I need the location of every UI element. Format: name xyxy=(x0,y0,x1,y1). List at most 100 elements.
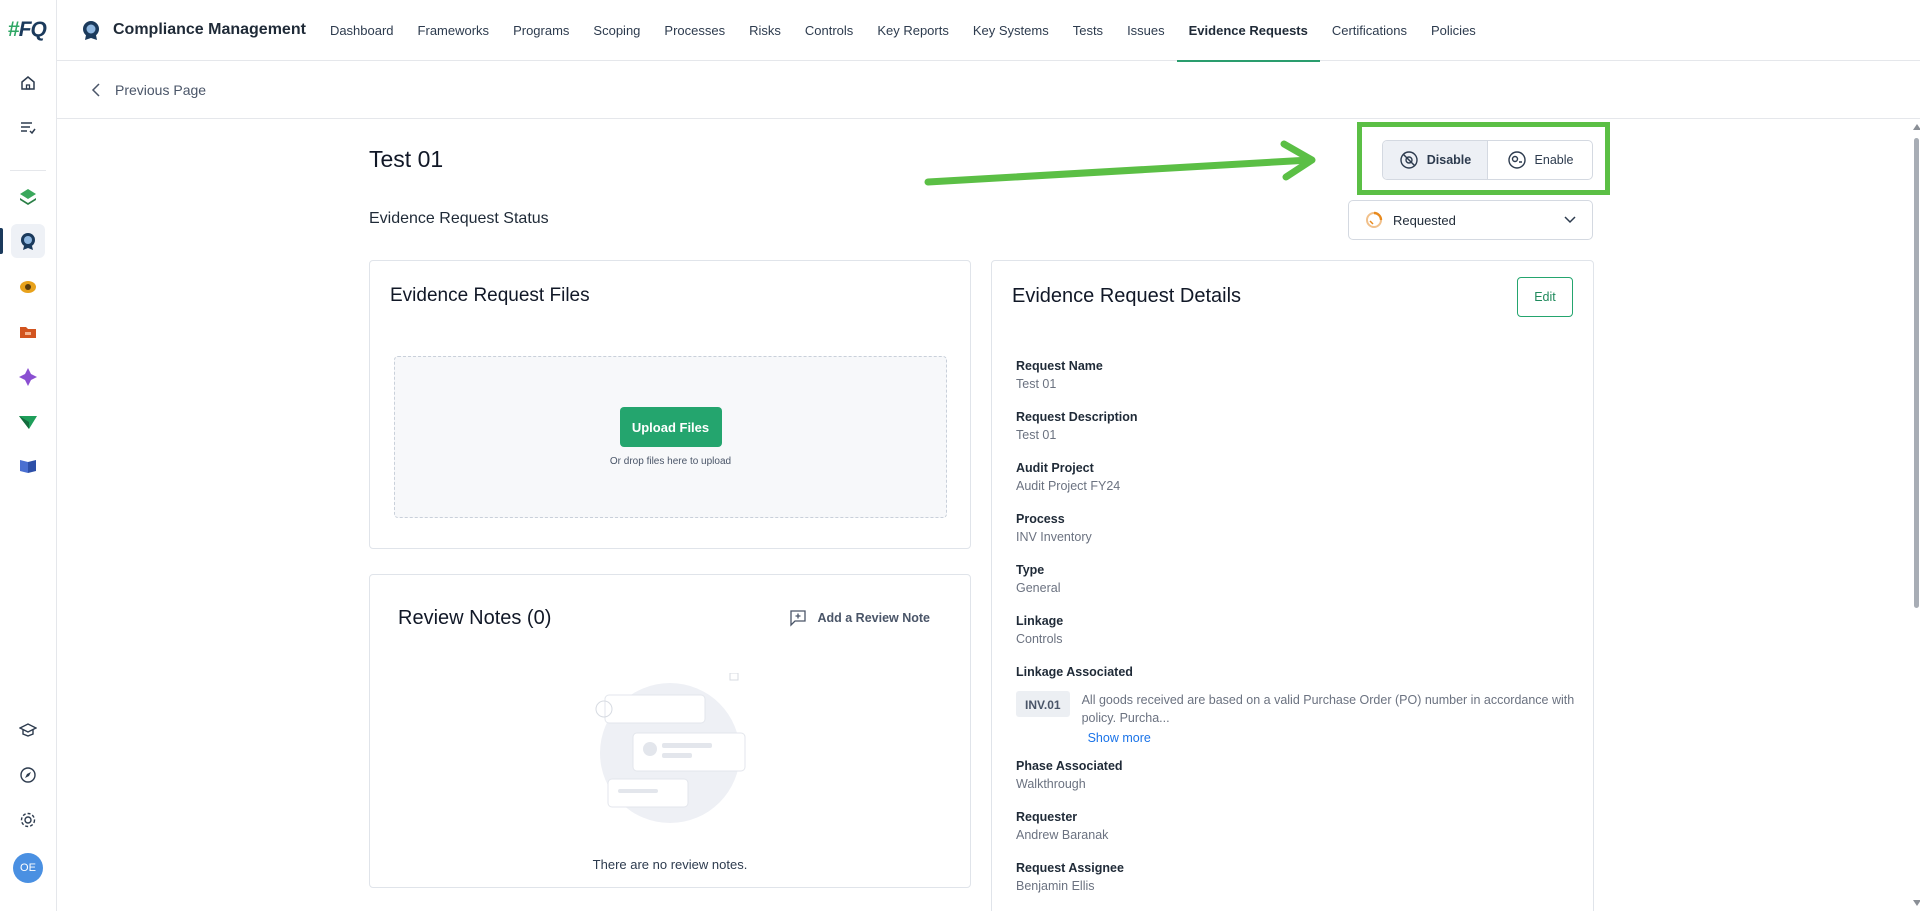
page-scrollbar[interactable] xyxy=(1912,122,1920,911)
sub-header: Previous Page xyxy=(57,61,1920,119)
nav-policies[interactable]: Policies xyxy=(1419,0,1488,61)
status-value: Requested xyxy=(1393,212,1456,228)
show-more-link[interactable]: Show more xyxy=(1088,729,1576,747)
field-label: Requester xyxy=(1016,810,1078,824)
field-linkage: Linkage Controls xyxy=(1016,614,1063,646)
chevron-left-icon xyxy=(91,82,100,97)
send-app-icon[interactable] xyxy=(11,405,45,439)
status-label: Evidence Request Status xyxy=(369,210,549,227)
add-comment-icon xyxy=(790,610,807,627)
field-request-assignee: Request Assignee Benjamin Ellis xyxy=(1016,861,1124,893)
main-nav: Dashboard Frameworks Programs Scoping Pr… xyxy=(318,0,1488,62)
add-review-note-label: Add a Review Note xyxy=(817,611,930,625)
nav-certifications[interactable]: Certifications xyxy=(1320,0,1419,61)
disable-button[interactable]: Disable xyxy=(1383,141,1488,179)
nav-risks[interactable]: Risks xyxy=(737,0,793,61)
field-value: Andrew Baranak xyxy=(1016,828,1109,842)
files-card-title: Evidence Request Files xyxy=(390,285,590,306)
field-request-description: Request Description Test 01 xyxy=(1016,410,1138,442)
evidence-files-card: Evidence Request Files Upload Files Or d… xyxy=(369,260,971,549)
upload-files-button[interactable]: Upload Files xyxy=(619,407,722,447)
audit-app-icon[interactable] xyxy=(11,270,45,304)
field-label: Linkage Associated xyxy=(1016,665,1133,679)
field-label: Process xyxy=(1016,512,1065,526)
field-label: Request Assignee xyxy=(1016,861,1124,875)
library-app-icon[interactable] xyxy=(11,449,45,483)
enable-disable-toggle: Disable Enable xyxy=(1382,140,1593,180)
annotation-arrow xyxy=(924,140,1316,186)
rail-divider xyxy=(10,170,46,171)
eye-off-icon xyxy=(1400,151,1418,169)
previous-page-label: Previous Page xyxy=(115,81,207,98)
nav-frameworks[interactable]: Frameworks xyxy=(406,0,502,61)
field-label: Linkage xyxy=(1016,614,1064,628)
linkage-associated-item: INV.01 All goods received are based on a… xyxy=(1016,691,1576,747)
nav-controls[interactable]: Controls xyxy=(793,0,865,61)
compass-icon[interactable] xyxy=(11,758,45,792)
scrollbar-thumb[interactable] xyxy=(1914,138,1919,608)
nav-dashboard[interactable]: Dashboard xyxy=(318,0,406,61)
eye-icon xyxy=(1507,151,1526,169)
review-notes-card: Review Notes (0) Add a Review Note There… xyxy=(369,574,971,888)
tasks-icon[interactable] xyxy=(11,110,45,144)
field-audit-project: Audit Project Audit Project FY24 xyxy=(1016,461,1120,493)
page-title: Test 01 xyxy=(369,146,444,172)
disable-label: Disable xyxy=(1426,153,1472,167)
left-rail: #FQ OE xyxy=(0,0,57,911)
linkage-description: All goods received are based on a valid … xyxy=(1081,693,1576,747)
nav-scoping[interactable]: Scoping xyxy=(581,0,652,61)
field-label: Type xyxy=(1016,563,1045,577)
field-value: Audit Project FY24 xyxy=(1016,479,1121,493)
empty-notes-illustration xyxy=(595,673,746,823)
edit-button[interactable]: Edit xyxy=(1517,277,1573,317)
field-label: Phase Associated xyxy=(1016,759,1123,773)
compliance-app-icon xyxy=(83,21,99,40)
risk-app-icon[interactable] xyxy=(11,180,45,214)
nav-key-systems[interactable]: Key Systems xyxy=(961,0,1061,61)
status-dropdown[interactable]: Requested xyxy=(1348,200,1593,240)
field-label: Request Name xyxy=(1016,359,1103,373)
chevron-down-icon xyxy=(1564,216,1576,224)
field-phase-associated: Phase Associated Walkthrough xyxy=(1016,759,1123,791)
field-value: Benjamin Ellis xyxy=(1016,879,1095,893)
files-app-icon[interactable] xyxy=(11,315,45,349)
field-requester: Requester Andrew Baranak xyxy=(1016,810,1108,842)
field-process: Process INV Inventory xyxy=(1016,512,1092,544)
settings-icon[interactable] xyxy=(11,803,45,837)
fq-logo[interactable]: #FQ xyxy=(8,18,50,42)
nav-tests[interactable]: Tests xyxy=(1061,0,1115,61)
field-value: Walkthrough xyxy=(1016,777,1086,791)
field-value: General xyxy=(1016,581,1061,595)
review-notes-title: Review Notes (0) xyxy=(398,607,552,629)
drop-hint: Or drop files here to upload xyxy=(609,456,732,467)
scroll-up-icon[interactable] xyxy=(1913,124,1920,130)
details-card-title: Evidence Request Details xyxy=(1012,285,1242,307)
field-request-name: Request Name Test 01 xyxy=(1016,359,1103,391)
add-review-note-button[interactable]: Add a Review Note xyxy=(789,609,930,627)
field-type: Type General xyxy=(1016,563,1060,595)
field-value: Test 01 xyxy=(1016,428,1057,442)
evidence-details-card: Evidence Request Details Edit Request Na… xyxy=(991,260,1594,911)
nav-key-reports[interactable]: Key Reports xyxy=(865,0,961,61)
field-value: Test 01 xyxy=(1016,377,1057,391)
user-avatar[interactable]: OE xyxy=(13,853,43,883)
learning-icon[interactable] xyxy=(11,713,45,747)
enable-button[interactable]: Enable xyxy=(1488,141,1592,179)
file-drop-zone[interactable]: Upload Files Or drop files here to uploa… xyxy=(394,356,947,518)
field-value: INV Inventory xyxy=(1016,530,1092,544)
compliance-app-icon[interactable] xyxy=(0,224,45,258)
app-title: Compliance Management xyxy=(113,21,306,38)
field-label: Audit Project xyxy=(1016,461,1094,475)
previous-page-link[interactable]: Previous Page xyxy=(91,82,206,98)
top-navigation: Compliance Management Dashboard Framewor… xyxy=(57,0,1920,62)
home-icon[interactable] xyxy=(11,66,45,100)
nav-programs[interactable]: Programs xyxy=(501,0,581,61)
nav-evidence-requests[interactable]: Evidence Requests xyxy=(1176,0,1321,62)
nav-issues[interactable]: Issues xyxy=(1115,0,1177,61)
scroll-down-icon[interactable] xyxy=(1913,900,1920,906)
control-chip[interactable]: INV.01 xyxy=(1016,691,1070,717)
enable-label: Enable xyxy=(1534,153,1574,167)
nav-processes[interactable]: Processes xyxy=(652,0,737,61)
insights-app-icon[interactable] xyxy=(11,360,45,394)
field-value: Controls xyxy=(1016,632,1063,646)
